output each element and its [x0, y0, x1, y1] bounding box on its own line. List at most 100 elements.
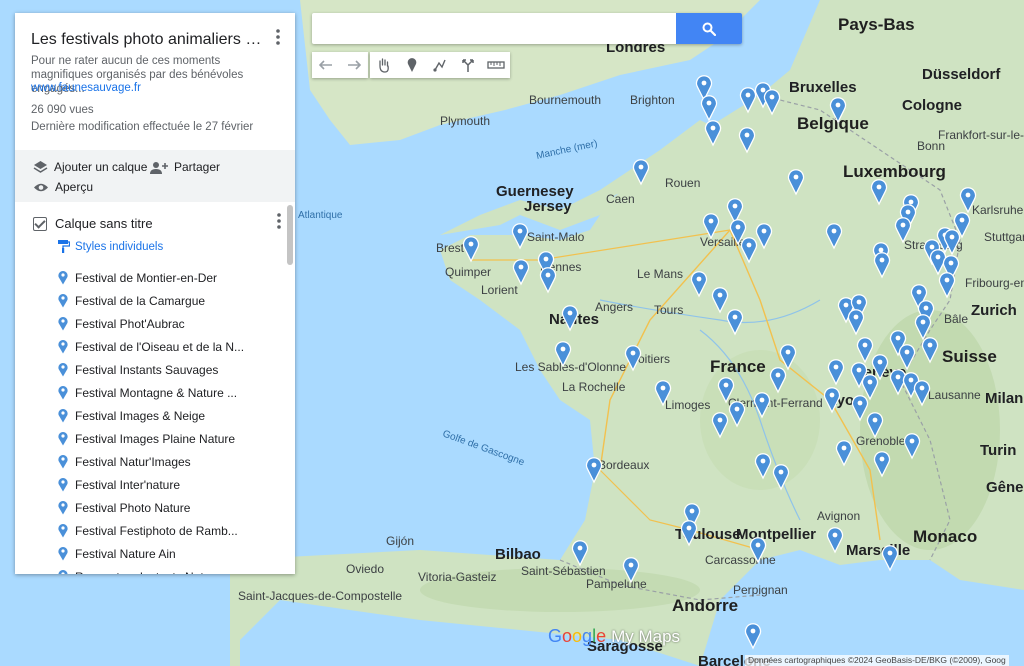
more-vert-icon — [276, 29, 280, 45]
individual-styles-link[interactable]: Styles individuels — [58, 240, 163, 253]
paint-roller-icon — [58, 240, 70, 253]
marker-icon — [407, 58, 417, 72]
website-link[interactable]: www.faunesauvage.fr — [31, 82, 141, 94]
hand-icon — [379, 58, 389, 73]
svg-text:Saint-Jacques-de-Compostelle: Saint-Jacques-de-Compostelle — [238, 589, 402, 603]
layer-item[interactable]: Festival Photo Nature — [57, 496, 257, 519]
layer-item[interactable]: Festival Images & Neige — [57, 404, 257, 427]
svg-text:Montpellier: Montpellier — [736, 526, 816, 543]
svg-text:Karlsruhe: Karlsruhe — [972, 203, 1024, 217]
layer-item[interactable]: Festival de la Camargue — [57, 289, 257, 312]
individual-styles-label: Styles individuels — [75, 240, 164, 253]
panel-scrollbar[interactable] — [287, 205, 293, 265]
view-count: 26 090 vues — [31, 104, 94, 116]
layer-item[interactable]: Festival Natur'Images — [57, 450, 257, 473]
layer-item[interactable]: Festival Nature Ain — [57, 542, 257, 565]
search-button[interactable] — [676, 13, 742, 44]
draw-line-tool[interactable] — [426, 52, 454, 78]
draw-line-icon — [433, 59, 446, 72]
svg-text:Gijón: Gijón — [386, 534, 414, 548]
layer-item-label: Festival de Montier-en-Der — [75, 270, 218, 285]
svg-text:Saint-Sébastien: Saint-Sébastien — [521, 564, 606, 578]
svg-text:Tours: Tours — [654, 303, 683, 317]
marker-icon — [58, 340, 68, 354]
redo-button[interactable] — [340, 52, 368, 78]
layer-name[interactable]: Calque sans titre — [55, 216, 153, 231]
layer-item-label: Festival Festiphoto de Ramb... — [75, 523, 238, 538]
svg-text:Angers: Angers — [595, 300, 633, 314]
layer-item[interactable]: Festival Inter'nature — [57, 473, 257, 496]
layer-visibility-checkbox[interactable] — [33, 216, 47, 231]
preview-button[interactable]: Aperçu — [33, 180, 93, 194]
svg-text:Atlantique: Atlantique — [298, 210, 343, 221]
svg-text:France: France — [710, 357, 766, 376]
share-label: Partager — [174, 160, 221, 174]
svg-text:Cologne: Cologne — [902, 97, 962, 114]
layer-item[interactable]: Festival Images Plaine Nature — [57, 427, 257, 450]
layer-item[interactable]: Festival Montagne & Nature ... — [57, 381, 257, 404]
layer-item[interactable]: Festival Festiphoto de Ramb... — [57, 519, 257, 542]
svg-text:Frankfort-sur-le-Main: Frankfort-sur-le-Main — [938, 128, 1024, 142]
add-person-icon — [150, 161, 168, 174]
map-attribution[interactable]: Données cartographiques ©2024 GeoBasis-D… — [745, 655, 1009, 666]
directions-tool[interactable] — [454, 52, 482, 78]
svg-text:Bournemouth: Bournemouth — [529, 93, 601, 107]
svg-text:Luxembourg: Luxembourg — [843, 162, 946, 181]
svg-text:Brest: Brest — [436, 241, 465, 255]
layer-item[interactable]: Festival Phot'Aubrac — [57, 312, 257, 335]
layer-item-list: Festival de Montier-en-Der Festival de la… — [57, 266, 257, 574]
search-icon — [702, 22, 716, 36]
search-box[interactable] — [312, 13, 742, 44]
measure-tool[interactable] — [482, 52, 510, 78]
ruler-icon — [487, 61, 505, 69]
layer-item-label: Festival de l'Oiseau et de la N... — [75, 339, 245, 354]
layer-item[interactable]: Festival de Montier-en-Der — [57, 266, 257, 289]
google-my-maps-logo: Google My Maps — [548, 626, 680, 647]
svg-text:Les Sables-d'Olonne: Les Sables-d'Olonne — [515, 360, 626, 374]
marker-icon — [58, 455, 68, 469]
svg-text:La Rochelle: La Rochelle — [562, 380, 626, 394]
add-layer-button[interactable]: Ajouter un calque — [33, 160, 147, 174]
svg-text:Lorient: Lorient — [481, 283, 518, 297]
layers-icon — [33, 161, 48, 173]
layer-item-label: Festival Montagne & Nature ... — [75, 385, 238, 400]
last-modified: Dernière modification effectuée le 27 fé… — [31, 121, 254, 133]
preview-label: Aperçu — [55, 180, 94, 194]
marker-icon — [58, 294, 68, 308]
layer-item-label: Rencontres Instants Nature — [75, 570, 250, 575]
svg-text:Stuttgart: Stuttgart — [984, 230, 1024, 244]
svg-text:Jersey: Jersey — [524, 198, 572, 215]
svg-text:Carcassonne: Carcassonne — [705, 553, 776, 567]
more-vert-icon — [277, 213, 281, 229]
svg-text:Bâle: Bâle — [944, 312, 968, 326]
svg-text:Plymouth: Plymouth — [440, 114, 490, 128]
svg-text:Milan: Milan — [985, 390, 1023, 407]
layer-item[interactable]: Festival de l'Oiseau et de la N... — [57, 335, 257, 358]
search-input[interactable] — [320, 19, 674, 39]
map-options-button[interactable] — [271, 29, 285, 49]
share-button[interactable]: Partager — [150, 160, 220, 174]
redo-icon — [348, 60, 361, 70]
svg-text:Le Mans: Le Mans — [637, 267, 683, 281]
svg-text:Belgique: Belgique — [797, 114, 869, 133]
edit-toolbar — [370, 52, 510, 78]
map-title[interactable]: Les festivals photo animaliers & n... — [31, 31, 265, 49]
pan-tool[interactable] — [370, 52, 398, 78]
layer-item[interactable]: Festival Instants Sauvages — [57, 358, 257, 381]
history-toolbar — [312, 52, 368, 78]
undo-icon — [319, 60, 332, 70]
svg-text:Suisse: Suisse — [942, 347, 997, 366]
add-marker-tool[interactable] — [398, 52, 426, 78]
svg-text:Pays-Bas: Pays-Bas — [838, 15, 915, 34]
layer-options-button[interactable] — [277, 213, 281, 234]
marker-icon — [58, 363, 68, 377]
svg-text:Turin: Turin — [980, 442, 1016, 459]
marker-icon — [58, 432, 68, 446]
undo-button[interactable] — [312, 52, 340, 78]
google-logo: Google — [548, 626, 607, 646]
marker-icon — [58, 271, 68, 285]
layer-item-label: Festival Images & Neige — [75, 408, 206, 423]
marker-icon — [58, 501, 68, 515]
layer-item-label: Festival de la Camargue — [75, 293, 206, 308]
layer-item[interactable]: Rencontres Instants Nature — [57, 565, 257, 574]
